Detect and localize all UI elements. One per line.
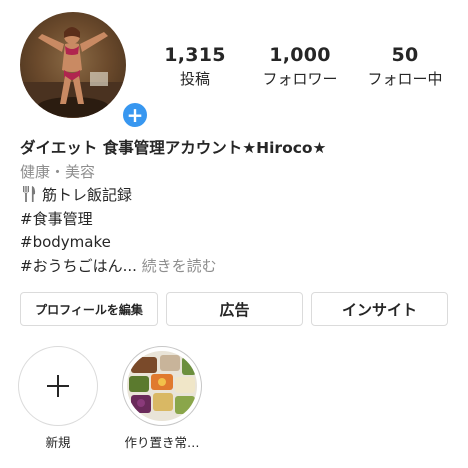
bio-line-1-text: 筋トレ飯記録 — [42, 186, 133, 204]
highlight-meal-prep-label: 作り置き常… — [124, 435, 200, 450]
story-highlights: 新規 作り置き常… — [18, 346, 202, 451]
edit-profile-button[interactable]: プロフィールを編集 — [20, 292, 158, 326]
bio-hashtag-1[interactable]: #食事管理 — [20, 208, 450, 232]
highlight-new-circle[interactable] — [18, 346, 98, 426]
fork-knife-icon — [23, 186, 36, 202]
followers-stat[interactable]: 1,000 フォロワー — [255, 44, 345, 89]
bio-hashtag-2[interactable]: #bodymake — [20, 231, 450, 255]
following-label: フォロー中 — [367, 70, 443, 88]
bio-line-4: #おうちごはん... 続きを読む — [20, 255, 450, 279]
read-more-link[interactable]: 続きを読む — [142, 257, 217, 275]
highlight-new[interactable]: 新規 — [18, 346, 98, 451]
highlight-meal-prep-circle[interactable] — [122, 346, 202, 426]
profile-category[interactable]: 健康・美容 — [20, 161, 450, 185]
followers-count: 1,000 — [269, 44, 331, 66]
avatar[interactable] — [20, 12, 126, 118]
highlight-meal-prep[interactable]: 作り置き常… — [122, 346, 202, 451]
profile-action-buttons: プロフィールを編集 広告 インサイト — [20, 292, 448, 326]
plus-icon — [47, 375, 69, 397]
following-stat[interactable]: 50 フォロー中 — [360, 44, 450, 89]
avatar-photo — [20, 27, 126, 118]
add-story-icon[interactable]: + — [120, 100, 150, 130]
food-thumbnail — [127, 351, 197, 421]
posts-label: 投稿 — [179, 70, 210, 88]
profile-stats: 1,315 投稿 1,000 フォロワー 50 フォロー中 — [150, 44, 450, 89]
profile-bio: ダイエット 食事管理アカウント★Hiroco★ 健康・美容 筋トレ飯記録 #食事… — [20, 137, 450, 278]
bio-hashtag-3[interactable]: #おうちごはん... — [20, 257, 137, 275]
following-count: 50 — [391, 44, 419, 66]
food-thumbnail-image — [127, 351, 197, 421]
posts-count: 1,315 — [164, 44, 226, 66]
posts-stat[interactable]: 1,315 投稿 — [150, 44, 240, 89]
followers-label: フォロワー — [262, 70, 338, 88]
highlight-new-label: 新規 — [45, 435, 71, 450]
ad-button[interactable]: 広告 — [166, 292, 303, 326]
profile-avatar-container[interactable]: + — [20, 12, 150, 130]
insights-button[interactable]: インサイト — [311, 292, 448, 326]
bio-line-1: 筋トレ飯記録 — [20, 184, 450, 208]
profile-display-name: ダイエット 食事管理アカウント★Hiroco★ — [20, 139, 327, 157]
